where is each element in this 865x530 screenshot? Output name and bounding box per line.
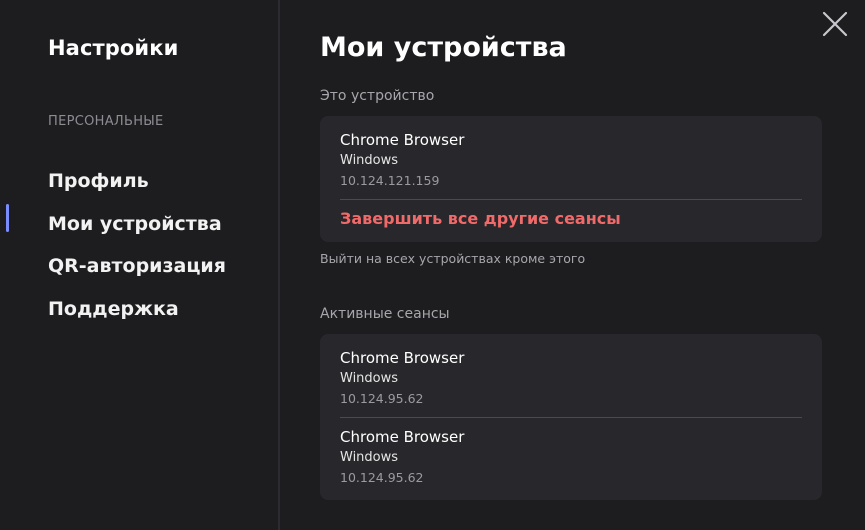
sidebar-item-support[interactable]: Поддержка xyxy=(0,288,278,331)
sidebar-item-label: Поддержка xyxy=(48,297,179,320)
session-name: Chrome Browser xyxy=(340,131,465,149)
session-os: Windows xyxy=(340,450,399,465)
session-name: Chrome Browser xyxy=(340,349,465,367)
session-item[interactable]: Chrome Browser Windows 10.124.95.62 xyxy=(320,334,822,407)
session-item[interactable]: Chrome Browser Windows 10.124.95.62 xyxy=(320,418,822,486)
active-sessions-card: Chrome Browser Windows 10.124.95.62 Chro… xyxy=(320,334,822,500)
active-sessions-label: Активные сеансы xyxy=(320,306,450,322)
session-name: Chrome Browser xyxy=(340,428,465,446)
section-label-personal: ПЕРСОНАЛЬНЫЕ xyxy=(48,114,164,129)
sidebar-divider xyxy=(278,0,280,530)
sidebar-item-label: Профиль xyxy=(48,170,149,193)
settings-dialog: Настройки ПЕРСОНАЛЬНЫЕ Профиль Мои устро… xyxy=(0,0,865,530)
sidebar-title: Настройки xyxy=(48,36,179,60)
terminate-other-sessions-button[interactable]: Завершить все другие сеансы xyxy=(320,209,822,228)
sidebar-item-profile[interactable]: Профиль xyxy=(0,160,278,203)
this-device-label: Это устройство xyxy=(320,88,435,104)
card-divider xyxy=(340,199,802,200)
page-title: Мои устройства xyxy=(320,32,567,63)
sidebar-item-label: QR-авторизация xyxy=(48,255,226,278)
sidebar-nav: Профиль Мои устройства QR-авторизация По… xyxy=(0,160,278,330)
session-ip: 10.124.95.62 xyxy=(340,391,424,406)
current-session: Chrome Browser Windows 10.124.121.159 xyxy=(320,116,822,189)
close-button[interactable] xyxy=(820,9,850,39)
terminate-hint: Выйти на всех устройствах кроме этого xyxy=(320,251,586,266)
sidebar-item-label: Мои устройства xyxy=(48,212,222,235)
session-os: Windows xyxy=(340,371,399,386)
session-ip: 10.124.95.62 xyxy=(340,470,424,485)
sidebar: Настройки ПЕРСОНАЛЬНЫЕ Профиль Мои устро… xyxy=(0,0,278,530)
sidebar-item-my-devices[interactable]: Мои устройства xyxy=(0,203,278,246)
sidebar-item-qr-auth[interactable]: QR-авторизация xyxy=(0,245,278,288)
session-ip: 10.124.121.159 xyxy=(340,173,440,188)
session-os: Windows xyxy=(340,153,399,168)
this-device-card: Chrome Browser Windows 10.124.121.159 За… xyxy=(320,116,822,242)
close-icon xyxy=(822,11,848,37)
